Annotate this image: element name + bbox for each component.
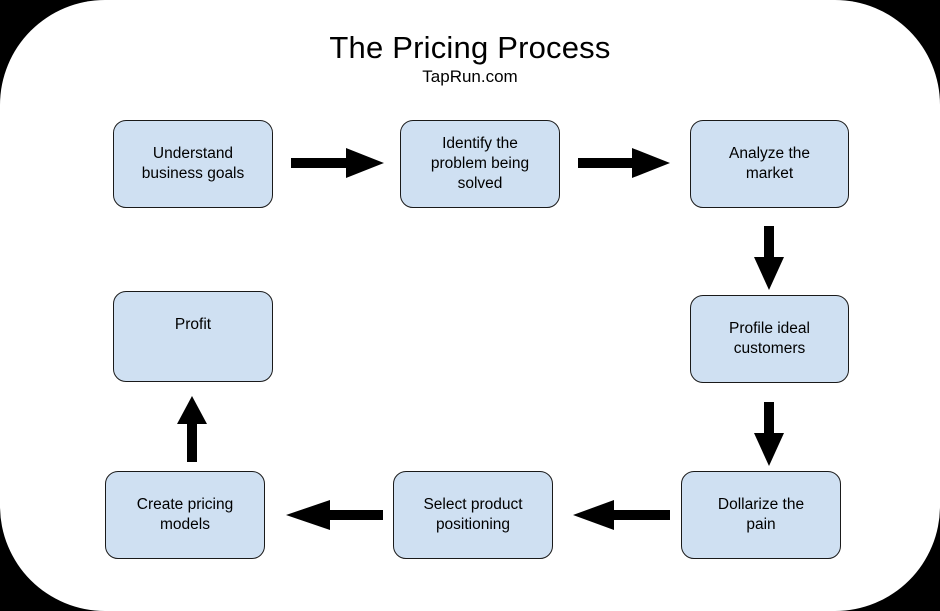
node-profit[interactable]: Profit: [113, 291, 273, 382]
node-profile-ideal-customers[interactable]: Profile ideal customers: [690, 295, 849, 383]
node-label: Dollarize the pain: [717, 496, 805, 533]
node-label: Profile ideal customers: [729, 320, 810, 357]
arrow-create-to-profit: [177, 396, 207, 462]
node-label: Understand business goals: [141, 145, 245, 182]
arrow-analyze-to-profile: [754, 226, 784, 290]
node-label: Identify the problem being solved: [430, 135, 530, 192]
diagram-canvas: The Pricing Process TapRun.com Understan…: [0, 0, 940, 611]
node-create-pricing-models[interactable]: Create pricing models: [105, 471, 265, 559]
arrow-dollarize-to-select: [573, 500, 670, 530]
node-understand-business-goals[interactable]: Understand business goals: [113, 120, 273, 208]
node-label: Analyze the market: [729, 145, 810, 182]
node-identify-the-problem-being-solved[interactable]: Identify the problem being solved: [400, 120, 560, 208]
page-subtitle: TapRun.com: [422, 67, 518, 86]
arrow-select-to-create: [286, 500, 383, 530]
page-title: The Pricing Process: [329, 30, 611, 65]
node-label: Profit: [174, 316, 212, 333]
node-label: Create pricing models: [136, 496, 234, 533]
arrow-profile-to-dollarize: [754, 402, 784, 466]
node-analyze-the-market[interactable]: Analyze the market: [690, 120, 849, 208]
arrow-identify-to-analyze: [578, 148, 670, 178]
node-label: Select product positioning: [423, 496, 523, 533]
node-select-product-positioning[interactable]: Select product positioning: [393, 471, 553, 559]
node-dollarize-the-pain[interactable]: Dollarize the pain: [681, 471, 841, 559]
arrow-understand-to-identify: [291, 148, 384, 178]
